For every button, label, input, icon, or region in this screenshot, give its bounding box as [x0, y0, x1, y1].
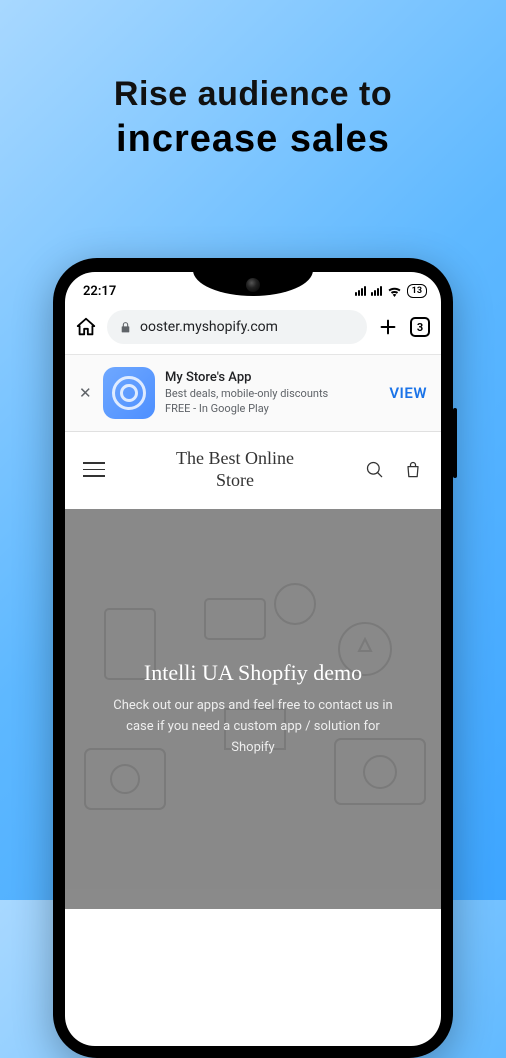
app-install-banner: ✕ My Store's App Best deals, mobile-only…	[65, 355, 441, 432]
signal-icon-2	[371, 286, 382, 296]
status-time: 22:17	[83, 284, 116, 299]
install-subtitle: Best deals, mobile-only discounts	[165, 387, 379, 402]
app-icon	[103, 367, 155, 419]
url-text: ooster.myshopify.com	[140, 319, 278, 335]
search-icon[interactable]	[365, 460, 385, 480]
tabs-button[interactable]: 3	[409, 316, 431, 338]
phone-side-button	[453, 408, 457, 478]
store-header: The Best Online Store	[65, 432, 441, 509]
hero-subtitle: Check out our apps and feel free to cont…	[103, 696, 403, 758]
hero-title: Intelli UA Shopfiy demo	[144, 660, 362, 686]
install-title: My Store's App	[165, 369, 379, 387]
signal-icon	[355, 286, 366, 296]
store-title-line2: Store	[176, 470, 294, 492]
store-actions	[365, 460, 423, 480]
battery-icon: 13	[407, 284, 427, 298]
promo-headline: Rise audience to increase sales	[0, 0, 506, 191]
install-text: My Store's App Best deals, mobile-only d…	[165, 369, 379, 416]
phone-camera	[246, 278, 260, 292]
wifi-icon	[387, 285, 402, 297]
menu-icon[interactable]	[83, 462, 105, 477]
tab-count: 3	[417, 321, 423, 334]
headline-line-2: increase sales	[0, 118, 506, 161]
battery-level: 13	[412, 286, 422, 296]
hero-section: Intelli UA Shopfiy demo Check out our ap…	[65, 509, 441, 909]
home-icon[interactable]	[75, 316, 97, 338]
phone-frame: 22:17 13 ooster.m	[53, 258, 453, 1058]
store-title-line1: The Best Online	[176, 448, 294, 470]
phone-mockup: 22:17 13 ooster.m	[53, 258, 453, 1058]
phone-screen: 22:17 13 ooster.m	[65, 272, 441, 1046]
new-tab-icon[interactable]	[377, 316, 399, 338]
bag-icon[interactable]	[403, 460, 423, 480]
url-bar[interactable]: ooster.myshopify.com	[107, 310, 367, 344]
lock-icon	[119, 321, 132, 334]
status-right: 13	[355, 284, 427, 298]
headline-line-1: Rise audience to	[0, 75, 506, 114]
browser-toolbar: ooster.myshopify.com 3	[65, 306, 441, 355]
close-icon[interactable]: ✕	[79, 384, 93, 402]
store-title: The Best Online Store	[176, 448, 294, 491]
view-button[interactable]: VIEW	[389, 384, 427, 402]
install-meta: FREE - In Google Play	[165, 402, 379, 417]
